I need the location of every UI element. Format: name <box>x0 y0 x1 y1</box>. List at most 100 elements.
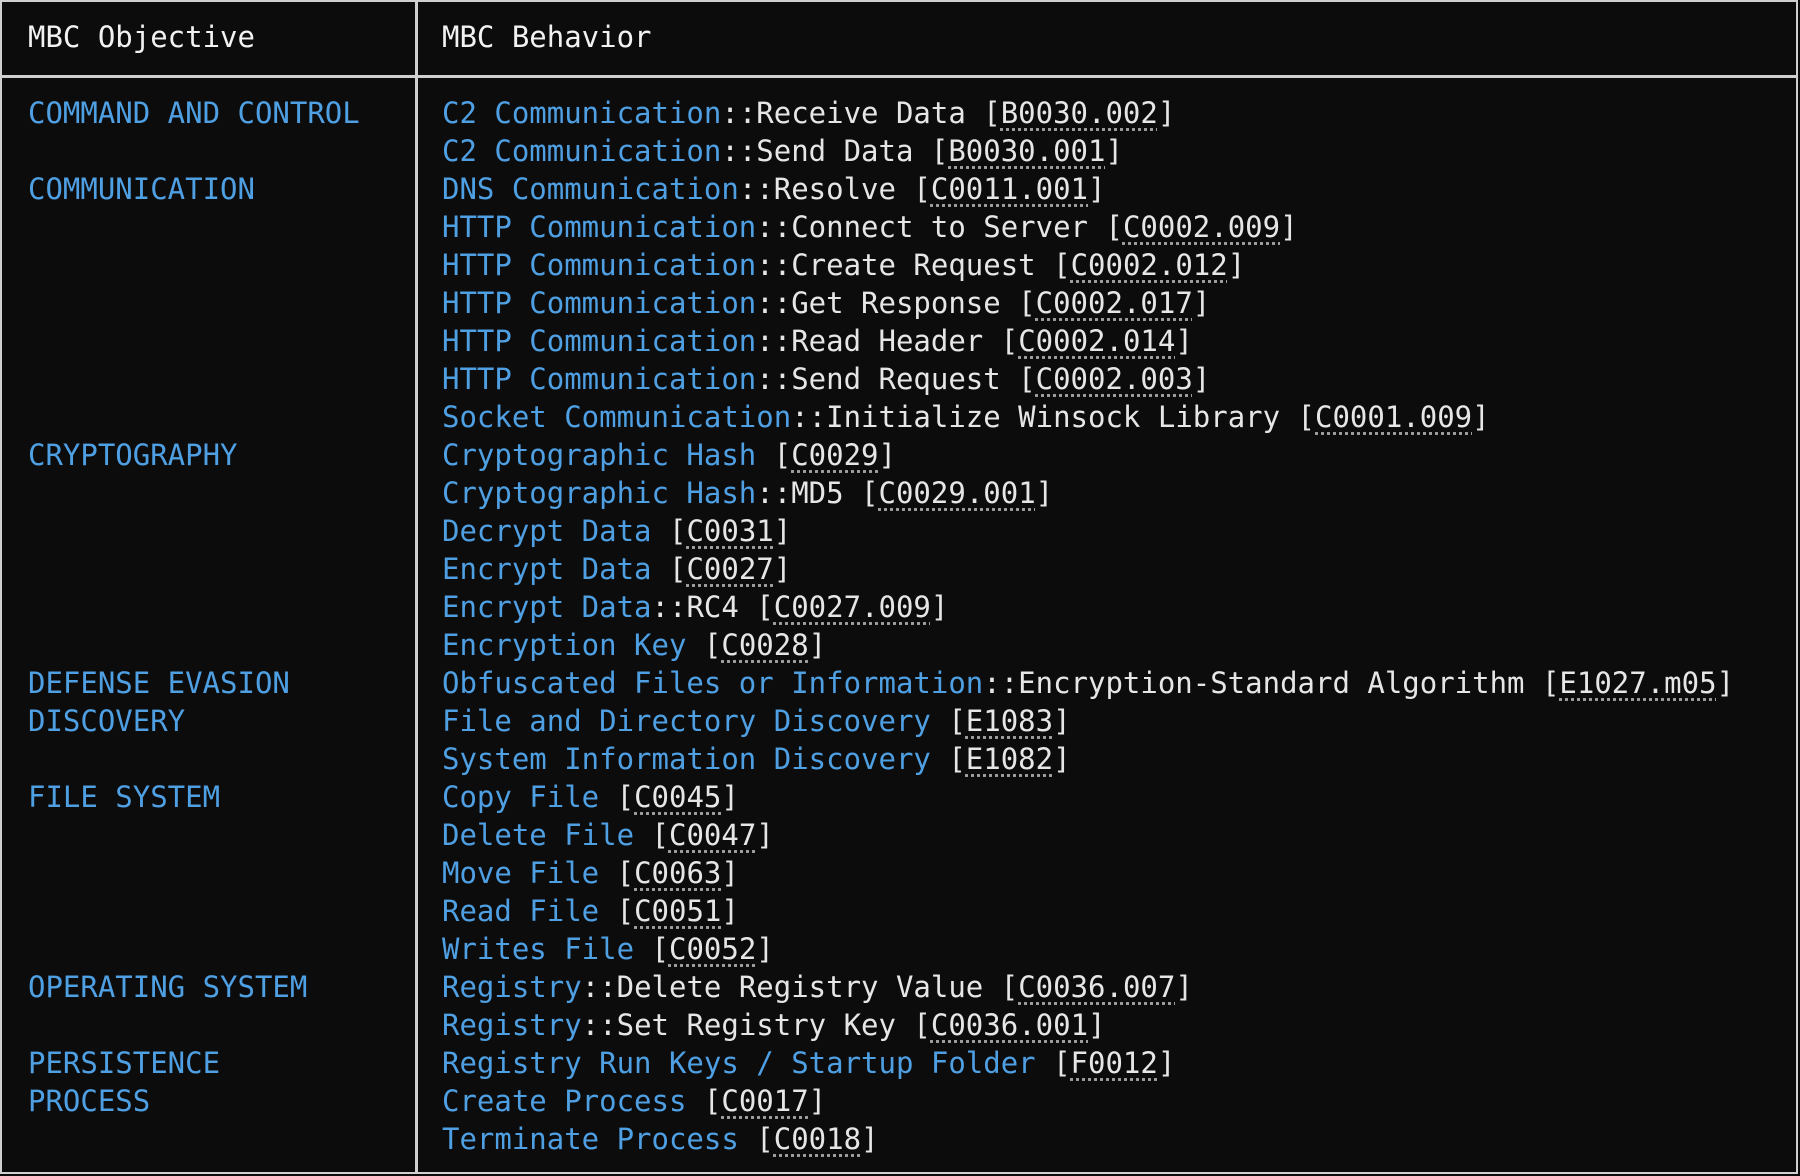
behavior-separator: :: <box>721 96 757 130</box>
behavior-id: C0029.001 <box>878 476 1036 510</box>
behavior-name: Create Process <box>442 1084 687 1118</box>
behavior-id: C0002.012 <box>1070 248 1228 282</box>
behavior-name: Decrypt Data <box>442 514 652 548</box>
table-body: COMMAND AND CONTROL C2 Communication::Rec… <box>2 94 1796 1158</box>
behavior-id: C0052 <box>668 932 757 966</box>
behavior-separator: :: <box>651 590 687 624</box>
behavior-name: File and Directory Discovery <box>442 704 931 738</box>
mbc-table: MBC Objective MBC Behavior COMMAND AND C… <box>0 0 1798 1174</box>
objective-cell: DISCOVERY <box>28 704 186 738</box>
behavior-cell: HTTP Communication::Connect to Server [C… <box>442 208 1298 246</box>
behavior-method: Resolve <box>773 172 896 206</box>
objective-cell: DEFENSE EVASION <box>28 666 290 700</box>
table-row: COMMUNICATION DNS Communication::Resolve … <box>2 170 1796 208</box>
behavior-separator: :: <box>581 1008 617 1042</box>
behavior-id: C0051 <box>634 894 722 928</box>
id-bracket-open: [ <box>1524 666 1560 700</box>
behavior-id: F0012 <box>1070 1046 1158 1080</box>
id-bracket-open: [ <box>843 476 879 510</box>
objective-cell: PROCESS <box>28 1084 151 1118</box>
id-bracket-close: ] <box>773 514 792 548</box>
behavior-name: Terminate Process <box>442 1122 739 1156</box>
id-bracket-open: [ <box>1035 1046 1071 1080</box>
behavior-id: C0028 <box>721 628 809 662</box>
behavior-id: C0036.007 <box>1018 970 1176 1004</box>
behavior-separator: :: <box>756 286 792 320</box>
id-bracket-open: [ <box>930 742 966 776</box>
behavior-id: C0047 <box>668 818 757 852</box>
id-bracket-open: [ <box>599 780 635 814</box>
behavior-method: Encryption-Standard Algorithm <box>1018 666 1525 700</box>
behavior-id: C0036.001 <box>930 1008 1089 1042</box>
id-bracket-close: ] <box>721 894 739 928</box>
behavior-cell: HTTP Communication::Read Header [C0002.0… <box>442 322 1193 360</box>
id-bracket-open: [ <box>686 628 722 662</box>
behavior-id: C0027.009 <box>773 590 931 624</box>
behavior-method: Create Request <box>791 248 1036 282</box>
behavior-method: Delete Registry Value <box>616 970 984 1004</box>
id-bracket-open: [ <box>738 590 774 624</box>
id-bracket-open: [ <box>895 172 931 206</box>
behavior-cell: Socket Communication::Initialize Winsock… <box>442 398 1490 436</box>
table-row: Writes File [C0052] <box>2 930 1796 968</box>
behavior-id: C0011.001 <box>930 172 1089 206</box>
behavior-id: C0063 <box>634 856 722 890</box>
table-row: DEFENSE EVASION Obfuscated Files or Infor… <box>2 664 1796 702</box>
behavior-cell: Move File [C0063] <box>442 854 739 892</box>
behavior-method: Send Request <box>791 362 1001 396</box>
id-bracket-close: ] <box>1192 362 1211 396</box>
id-bracket-close: ] <box>1280 210 1298 244</box>
id-bracket-open: [ <box>599 856 635 890</box>
behavior-cell: Delete File [C0047] <box>442 816 774 854</box>
behavior-id: C0017 <box>721 1084 809 1118</box>
behavior-cell: Obfuscated Files or Information::Encrypt… <box>442 664 1734 702</box>
behavior-method: Send Data <box>756 134 914 168</box>
id-bracket-close: ] <box>1088 1008 1106 1042</box>
behavior-id: C0002.009 <box>1122 210 1281 244</box>
behavior-id: B0030.001 <box>948 134 1106 168</box>
id-bracket-open: [ <box>1280 400 1315 434</box>
table-row: Delete File [C0047] <box>2 816 1796 854</box>
behavior-method: Get Response <box>791 286 1001 320</box>
behavior-name: Encryption Key <box>442 628 687 662</box>
id-bracket-open: [ <box>1088 210 1123 244</box>
behavior-separator: :: <box>756 324 792 358</box>
behavior-name: HTTP Communication <box>442 210 757 244</box>
behavior-cell: Registry::Delete Registry Value [C0036.0… <box>442 968 1193 1006</box>
table-row: COMMAND AND CONTROL C2 Communication::Rec… <box>2 94 1796 132</box>
behavior-name: Encrypt Data <box>442 552 652 586</box>
behavior-method: MD5 <box>791 476 844 510</box>
id-bracket-open: [ <box>634 818 669 852</box>
behavior-cell: Cryptographic Hash [C0029] <box>442 436 896 474</box>
id-bracket-close: ] <box>1105 134 1123 168</box>
behavior-separator: :: <box>721 134 757 168</box>
table-row: System Information Discovery [E1082] <box>2 740 1796 778</box>
id-bracket-close: ] <box>1053 704 1071 738</box>
id-bracket-open: [ <box>965 96 1001 130</box>
id-bracket-open: [ <box>651 514 687 548</box>
behavior-separator: :: <box>756 210 792 244</box>
behavior-separator: :: <box>738 172 774 206</box>
behavior-name: System Information Discovery <box>442 742 931 776</box>
behavior-cell: System Information Discovery [E1082] <box>442 740 1071 778</box>
table-row: CRYPTOGRAPHY Cryptographic Hash [C0029] <box>2 436 1796 474</box>
behavior-name: Read File <box>442 894 600 928</box>
behavior-cell: DNS Communication::Resolve [C0011.001] <box>442 170 1105 208</box>
id-bracket-close: ] <box>756 818 774 852</box>
table-row: DISCOVERY File and Directory Discovery [E… <box>2 702 1796 740</box>
behavior-separator: :: <box>756 362 792 396</box>
objective-cell: OPERATING SYSTEM <box>28 970 308 1004</box>
behavior-cell: Registry Run Keys / Startup Folder [F001… <box>442 1044 1175 1082</box>
id-bracket-close: ] <box>721 780 739 814</box>
behavior-cell: Copy File [C0045] <box>442 778 739 816</box>
id-bracket-open: [ <box>651 552 687 586</box>
behavior-separator: :: <box>581 970 617 1004</box>
behavior-name: Cryptographic Hash <box>442 476 757 510</box>
id-bracket-open: [ <box>738 1122 774 1156</box>
id-bracket-open: [ <box>686 1084 722 1118</box>
id-bracket-close: ] <box>1175 970 1193 1004</box>
behavior-name: HTTP Communication <box>442 362 757 396</box>
id-bracket-open: [ <box>1035 248 1071 282</box>
table-row: FILE SYSTEM Copy File [C0045] <box>2 778 1796 816</box>
table-row: HTTP Communication::Create Request [C000… <box>2 246 1796 284</box>
